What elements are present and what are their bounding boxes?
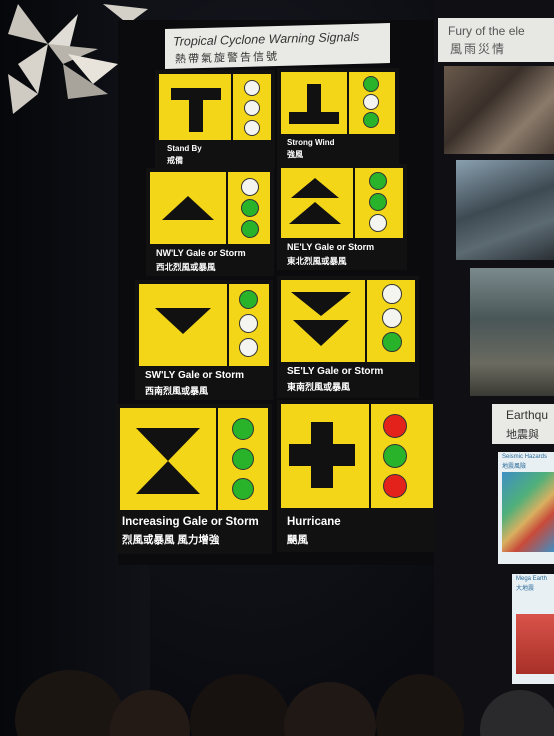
signal-label-zh: 戒備 — [167, 156, 183, 165]
signal-light-2 — [241, 199, 259, 217]
signal-light-2 — [363, 94, 379, 110]
disaster-photo-1 — [444, 66, 554, 154]
signal-hurricane: Hurricane 颶風 — [277, 400, 437, 552]
signal-light-2 — [244, 100, 260, 116]
signal-light-3 — [383, 474, 407, 498]
signal-light-3 — [232, 478, 254, 500]
signal-stand-by: Stand By 戒備 — [155, 70, 275, 170]
board-title-en: Tropical Cyclone Warning Signals — [173, 29, 360, 49]
signal-ne-gale: NE'LY Gale or Storm 東北烈風或暴風 — [277, 164, 407, 270]
seismic-hazards-poster: Seismic Hazards 地震風險 — [498, 452, 554, 564]
signal-light-2 — [382, 308, 402, 328]
signal-label-zh: 東北烈風或暴風 — [287, 256, 347, 266]
board-title-plate: Tropical Cyclone Warning Signals 熱帶氣旋警告信… — [165, 23, 390, 69]
signal-nw-gale: NW'LY Gale or Storm 西北烈風或暴風 — [146, 168, 274, 276]
earthquake-title-zh: 地震與 — [506, 429, 539, 441]
signal-light-1 — [382, 284, 402, 304]
triangle-down-icon — [155, 308, 211, 334]
poster-caption-zh: 大地震 — [516, 586, 535, 592]
signal-label-en: NE'LY Gale or Storm — [287, 242, 375, 252]
world-map-image — [502, 472, 554, 552]
signal-light-1 — [369, 172, 387, 190]
signal-label-zh: 烈風或暴風 風力增強 — [122, 534, 220, 546]
poster-caption-en: Mega Earth — [516, 576, 548, 582]
signal-light-3 — [369, 214, 387, 232]
cross-icon — [289, 422, 355, 488]
signal-label-en: Stand By — [167, 144, 202, 153]
signal-label-zh: 西南烈風或暴風 — [145, 386, 209, 396]
visitor-crowd — [15, 670, 554, 736]
signal-light-3 — [241, 220, 259, 238]
signal-sw-gale: SW'LY Gale or Storm 西南烈風或暴風 — [135, 280, 273, 400]
poster-caption-en: Seismic Hazards — [502, 454, 548, 460]
triangle-up-icon — [162, 196, 214, 220]
signal-light-1 — [363, 76, 379, 92]
signal-light-2 — [232, 448, 254, 470]
hourglass-icon — [136, 428, 200, 494]
earthquake-exhibit-plate: Earthqu 地震與 — [492, 404, 554, 444]
disaster-photo-2 — [456, 160, 554, 260]
signal-se-gale: SE'LY Gale or Storm 東南烈風或暴風 — [277, 276, 419, 398]
signal-label-en: SE'LY Gale or Storm — [287, 366, 384, 377]
signal-light-1 — [232, 418, 254, 440]
museum-scene: Tropical Cyclone Warning Signals 熱帶氣旋警告信… — [0, 0, 554, 736]
signal-increasing-gale: Increasing Gale or Storm 烈風或暴風 風力增強 — [116, 404, 272, 554]
signal-light-1 — [383, 414, 407, 438]
board-title-zh: 熱帶氣旋警告信號 — [175, 50, 279, 66]
signal-light-2 — [369, 193, 387, 211]
signal-label-en: NW'LY Gale or Storm — [156, 248, 246, 258]
signal-label-zh: 強風 — [287, 150, 303, 159]
signal-light-1 — [241, 178, 259, 196]
signal-label-en: SW'LY Gale or Storm — [145, 370, 245, 381]
signal-light-3 — [382, 332, 402, 352]
fury-title-zh: 風雨災情 — [450, 42, 507, 56]
fury-exhibit-plate: Fury of the ele 風雨災情 — [438, 18, 554, 62]
inverted-t-icon — [289, 84, 339, 124]
signal-light-2 — [383, 444, 407, 468]
signal-label-zh: 颶風 — [287, 534, 308, 546]
t-shape-icon — [171, 88, 221, 132]
signal-light-1 — [244, 80, 260, 96]
signal-label-zh: 西北烈風或暴風 — [156, 262, 216, 272]
signal-label-en: Hurricane — [287, 516, 341, 528]
signal-light-3 — [363, 112, 379, 128]
fury-title-en: Fury of the ele — [448, 24, 525, 38]
signal-strong-wind: Strong Wind 強風 — [277, 68, 399, 164]
signal-light-3 — [239, 338, 258, 357]
disaster-photo-3 — [470, 268, 554, 396]
signal-label-en: Strong Wind — [287, 138, 335, 147]
signal-light-2 — [239, 314, 258, 333]
signal-light-1 — [239, 290, 258, 309]
poster-caption-zh: 地震風險 — [502, 464, 527, 470]
signal-label-zh: 東南烈風或暴風 — [287, 382, 351, 392]
double-triangle-down-icon — [291, 292, 351, 346]
signal-light-3 — [244, 120, 260, 136]
double-triangle-up-icon — [289, 178, 341, 224]
earthquake-title-en: Earthqu — [506, 408, 549, 422]
signal-label-en: Increasing Gale or Storm — [122, 516, 259, 528]
